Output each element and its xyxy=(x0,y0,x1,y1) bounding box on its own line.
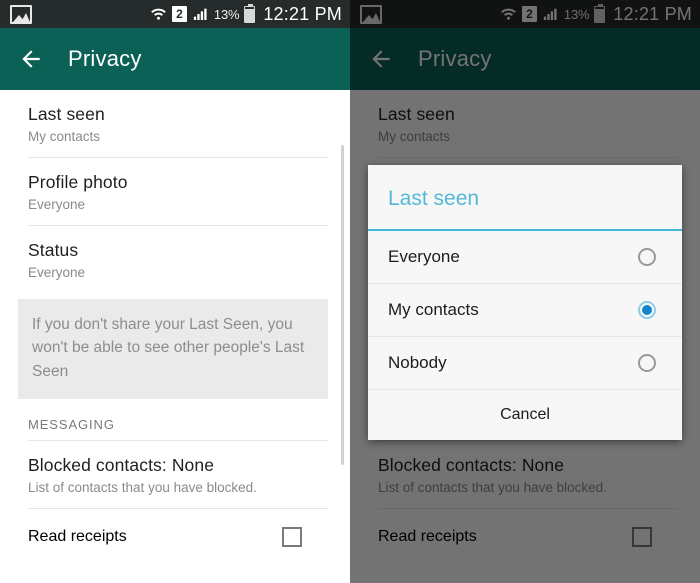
list-item-read-receipts[interactable]: Read receipts xyxy=(0,509,350,565)
status-bar-left xyxy=(10,4,150,24)
dialog-title: Last seen xyxy=(368,165,682,231)
battery-icon xyxy=(244,3,256,23)
settings-list: Last seen My contacts Profile photo Ever… xyxy=(0,90,350,583)
list-item-title: Read receipts xyxy=(28,527,127,545)
phone-screen-left: 2 13% 12:21 PM Privacy Last seen My cont… xyxy=(0,0,350,583)
read-receipts-checkbox[interactable] xyxy=(282,526,302,547)
phone-screen-right: 2 13% 12:21 PM Privacy Last seen xyxy=(350,0,700,583)
back-arrow-icon[interactable] xyxy=(18,46,44,72)
dialog-option-label: Nobody xyxy=(388,353,447,372)
list-item-last-seen[interactable]: Last seen My contacts xyxy=(0,90,350,157)
screenshot-pair: 2 13% 12:21 PM Privacy Last seen My cont… xyxy=(0,0,700,583)
cancel-button[interactable]: Cancel xyxy=(368,390,682,440)
list-item-profile-photo[interactable]: Profile photo Everyone xyxy=(0,158,350,225)
list-item-title: Blocked contacts: None xyxy=(28,454,215,475)
wifi-icon xyxy=(151,8,166,20)
status-bar-clock: 12:21 PM xyxy=(263,3,342,24)
sim-badge: 2 xyxy=(171,6,187,22)
list-item-subtitle: List of contacts that you have blocked. xyxy=(28,479,257,495)
scrollbar[interactable] xyxy=(341,145,344,465)
dialog-option-label: Everyone xyxy=(388,247,460,266)
list-item-status[interactable]: Status Everyone xyxy=(0,226,350,293)
photo-icon xyxy=(10,4,32,24)
list-item-blocked-contacts[interactable]: Blocked contacts: None List of contacts … xyxy=(0,441,350,508)
dialog-option-my-contacts[interactable]: My contacts xyxy=(368,284,682,337)
radio-nobody[interactable] xyxy=(638,354,656,372)
list-item-subtitle: Everyone xyxy=(28,197,86,212)
list-item-subtitle: My contacts xyxy=(28,129,101,144)
battery-percent: 13% xyxy=(213,6,240,22)
last-seen-dialog: Last seen Everyone My contacts Nobody Ca… xyxy=(368,165,682,440)
list-item-subtitle: Everyone xyxy=(28,265,86,280)
app-bar: Privacy xyxy=(0,28,350,90)
section-header-messaging: MESSAGING xyxy=(28,416,115,432)
list-item-title: Profile photo xyxy=(28,172,128,192)
last-seen-notice: If you don't share your Last Seen, you w… xyxy=(18,299,328,399)
status-bar-right: 2 13% 12:21 PM xyxy=(150,3,342,25)
page-title: Privacy xyxy=(68,46,142,71)
dialog-option-nobody[interactable]: Nobody xyxy=(368,337,682,390)
status-bar: 2 13% 12:21 PM xyxy=(0,0,350,28)
list-item-title: Last seen xyxy=(28,104,105,124)
dialog-option-label: My contacts xyxy=(388,300,479,319)
signal-bars-icon xyxy=(193,8,207,20)
radio-my-contacts[interactable] xyxy=(638,301,656,319)
list-item-title: Status xyxy=(28,240,79,260)
radio-everyone[interactable] xyxy=(638,248,656,266)
dialog-option-everyone[interactable]: Everyone xyxy=(368,231,682,284)
